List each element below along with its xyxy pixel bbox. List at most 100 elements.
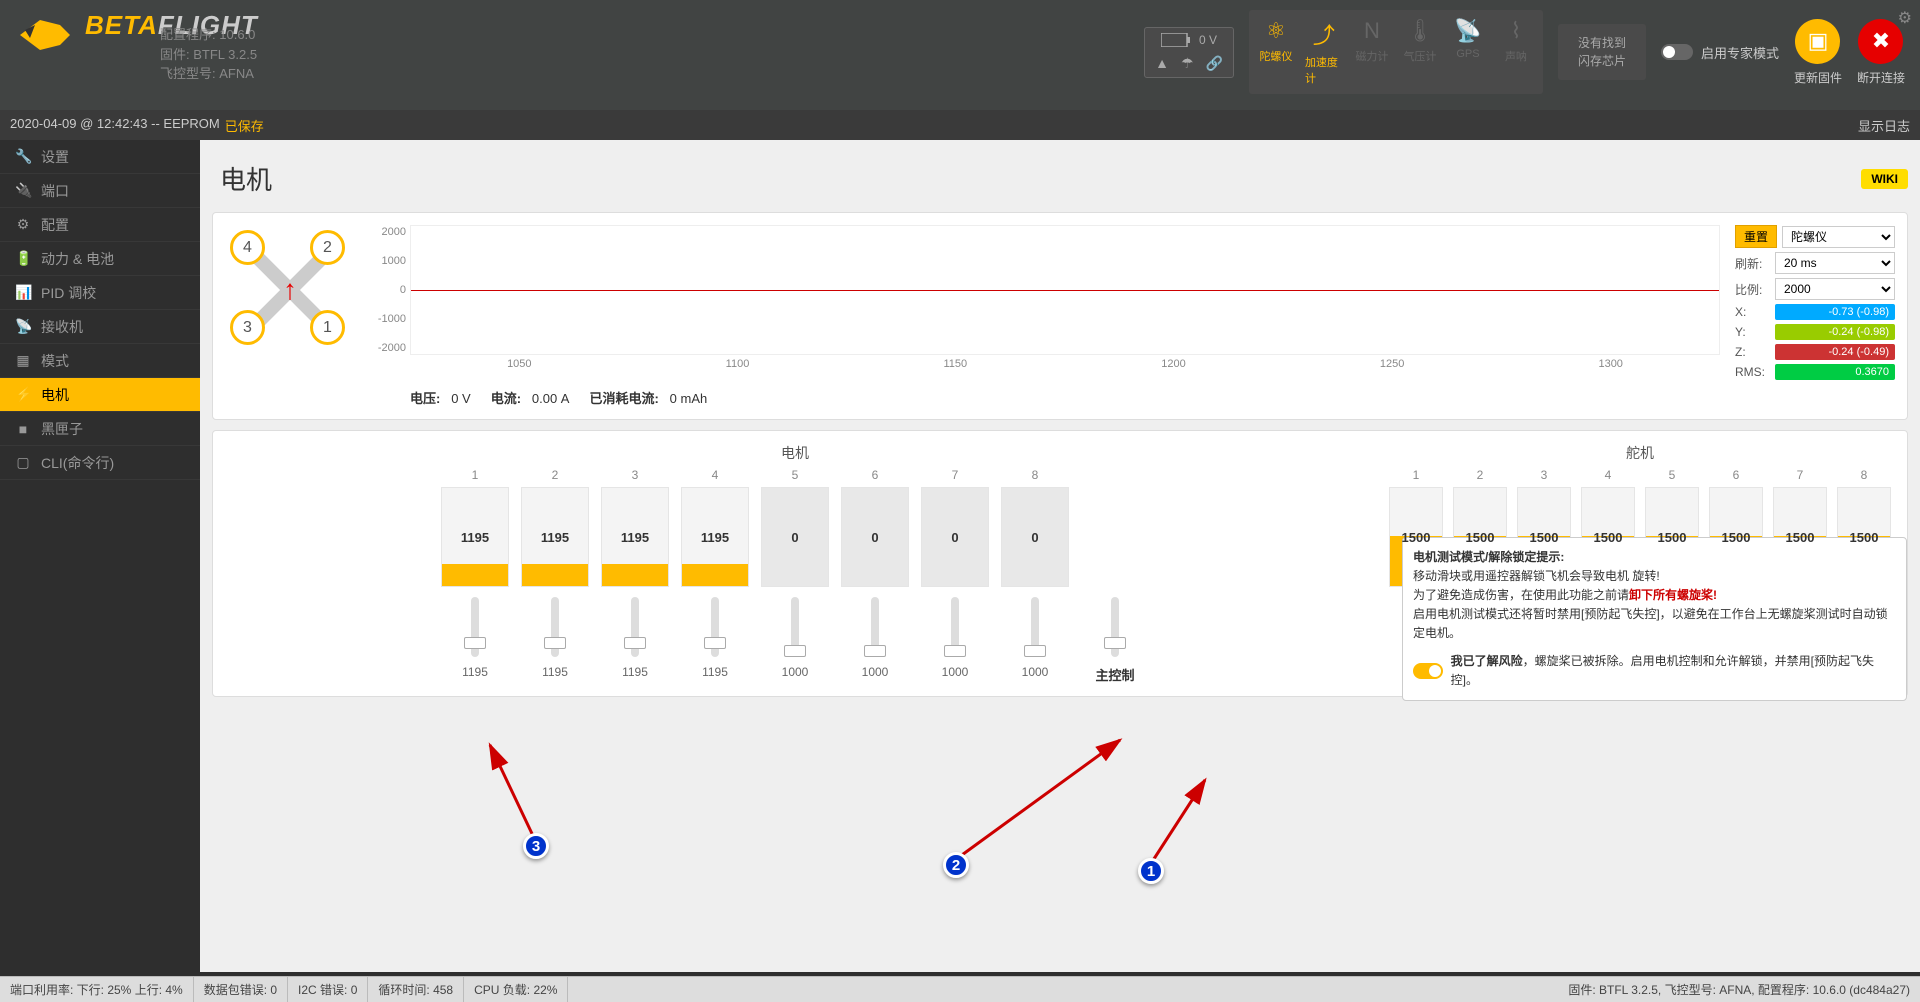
motor-slider-2: 2 1195 1195 <box>519 468 591 684</box>
slider-handle[interactable] <box>704 637 726 649</box>
motor-slider-track-1[interactable] <box>471 597 479 657</box>
motor-slider-track-5[interactable] <box>791 597 799 657</box>
accel-icon: ⤴ <box>1313 18 1335 50</box>
port-utilization: 端口利用率: 下行: 25% 上行: 4% <box>0 977 194 1002</box>
slider-handle[interactable] <box>784 645 806 657</box>
update-firmware-button[interactable]: ▣ 更新固件 <box>1794 19 1842 86</box>
motor-bar-1: 1195 <box>441 487 509 587</box>
battery-icon <box>1161 33 1191 47</box>
motor-sliders-section: 电机 1 1195 1195 2 1195 1195 3 1195 1195 4 <box>225 443 1365 684</box>
risk-acknowledge-toggle[interactable] <box>1413 663 1443 679</box>
app-header: ⚙ BETAFLIGHT 0 V ▲ ☂ 🔗 ⚛陀螺仪 ⤴加速度计 <box>0 0 1920 110</box>
sensor-baro: 🌡气压计 <box>1401 18 1439 86</box>
motor-icon: ⚡ <box>15 386 31 403</box>
motor-bar-8: 0 <box>1001 487 1069 587</box>
version-info: 配置程序: 10.6.0 固件: BTFL 3.2.5 飞控型号: AFNA <box>160 25 257 84</box>
slider-handle[interactable] <box>544 637 566 649</box>
dataflash-box: 没有找到 闪存芯片 <box>1558 24 1646 80</box>
graph-controls: 重置 陀螺仪 刷新:20 ms 比例:2000 X:-0.73 (-0.98) … <box>1735 225 1895 407</box>
footer-version: 固件: BTFL 3.2.5, 飞控型号: AFNA, 配置程序: 10.6.0… <box>1558 981 1920 998</box>
slider-handle[interactable] <box>1024 645 1046 657</box>
master-slider: 主控制 <box>1079 468 1151 684</box>
sidebar-item-modes[interactable]: ▦模式 <box>0 344 200 378</box>
sensor-mag: N磁力计 <box>1353 18 1391 86</box>
motor-slider-5: 5 0 1000 <box>759 468 831 684</box>
baro-icon: 🌡 <box>1406 18 1434 44</box>
slider-handle[interactable] <box>464 637 486 649</box>
sonar-icon: ⌇ <box>1511 18 1522 44</box>
motor-slider-6: 6 0 1000 <box>839 468 911 684</box>
status-timestamp: 2020-04-09 @ 12:42:43 -- EEPROM <box>10 116 220 135</box>
gps-icon: 📡 <box>1454 18 1481 44</box>
tuning-icon: 📊 <box>15 284 31 301</box>
status-saved: 已保存 <box>225 116 264 135</box>
motor-bar-5: 0 <box>761 487 829 587</box>
chip-icon: ▣ <box>1795 19 1840 64</box>
motor-slider-track-4[interactable] <box>711 597 719 657</box>
sidebar-item-cli[interactable]: ▢CLI(命令行) <box>0 446 200 480</box>
sensor-accel: ⤴加速度计 <box>1305 18 1343 86</box>
motor-slider-track-7[interactable] <box>951 597 959 657</box>
slider-handle[interactable] <box>864 645 886 657</box>
callout-2: 2 <box>943 852 969 878</box>
x-value: -0.73 (-0.98) <box>1775 304 1895 320</box>
motor-pos-4: 4 <box>230 230 265 265</box>
motor-slider-track-8[interactable] <box>1031 597 1039 657</box>
motor-slider-3: 3 1195 1195 <box>599 468 671 684</box>
link-icon: 🔗 <box>1206 55 1223 72</box>
motor-slider-8: 8 0 1000 <box>999 468 1071 684</box>
motor-bar-3: 1195 <box>601 487 669 587</box>
sidebar-item-receiver[interactable]: 📡接收机 <box>0 310 200 344</box>
slider-handle[interactable] <box>624 637 646 649</box>
sensor-status-panel: ⚛陀螺仪 ⤴加速度计 N磁力计 🌡气压计 📡GPS ⌇声呐 <box>1249 10 1543 94</box>
refresh-select[interactable]: 20 ms <box>1775 252 1895 274</box>
wiki-button[interactable]: WIKI <box>1861 169 1908 189</box>
gear-icon: ⚙ <box>15 216 31 233</box>
grid-icon: ▦ <box>15 352 31 369</box>
wrench-icon: 🔧 <box>15 148 31 165</box>
motor-pos-2: 2 <box>310 230 345 265</box>
slider-handle[interactable] <box>944 645 966 657</box>
motor-pos-1: 1 <box>310 310 345 345</box>
usb-disconnect-icon: ✖ <box>1858 19 1903 64</box>
cycle-time: 循环时间: 458 <box>368 977 464 1002</box>
sensor-sonar: ⌇声呐 <box>1497 18 1535 86</box>
battery-voltage: 0 V <box>1199 33 1217 47</box>
sidebar-item-ports[interactable]: 🔌端口 <box>0 174 200 208</box>
motor-layout-diagram: ↑ 1 2 3 4 <box>225 225 355 355</box>
plug-icon: 🔌 <box>15 182 31 199</box>
motor-slider-track-6[interactable] <box>871 597 879 657</box>
master-slider-track[interactable] <box>1111 597 1119 657</box>
sliders-panel: 电机 1 1195 1195 2 1195 1195 3 1195 1195 4 <box>212 430 1908 697</box>
motor-slider-track-2[interactable] <box>551 597 559 657</box>
sensor-gyro: ⚛陀螺仪 <box>1257 18 1295 86</box>
disconnect-button[interactable]: ✖ 断开连接 <box>1857 19 1905 86</box>
page-title: 电机 <box>220 160 272 197</box>
show-log-link[interactable]: 显示日志 <box>1858 116 1910 135</box>
reset-button[interactable]: 重置 <box>1735 225 1777 248</box>
rms-value: 0.3670 <box>1775 364 1895 380</box>
warning-icon: ▲ <box>1155 55 1169 72</box>
sidebar-item-config[interactable]: ⚙配置 <box>0 208 200 242</box>
slider-handle[interactable] <box>1104 637 1126 649</box>
motor-slider-track-3[interactable] <box>631 597 639 657</box>
callout-3: 3 <box>523 833 549 859</box>
terminal-icon: ▢ <box>15 454 31 471</box>
motor-slider-4: 4 1195 1195 <box>679 468 751 684</box>
scale-select[interactable]: 2000 <box>1775 278 1895 300</box>
expert-mode-toggle[interactable]: 启用专家模式 <box>1661 43 1779 62</box>
sensor-gps: 📡GPS <box>1449 18 1487 86</box>
sidebar-item-blackbox[interactable]: ■黑匣子 <box>0 412 200 446</box>
betaflight-logo-icon <box>15 10 75 60</box>
i2c-error: I2C 错误: 0 <box>288 977 368 1002</box>
sidebar-item-setup[interactable]: 🔧设置 <box>0 140 200 174</box>
packet-error: 数据包错误: 0 <box>194 977 288 1002</box>
toggle-switch[interactable] <box>1661 44 1693 60</box>
sensor-select[interactable]: 陀螺仪 <box>1782 226 1895 248</box>
sidebar-item-pid[interactable]: 📊PID 调校 <box>0 276 200 310</box>
antenna-icon: 📡 <box>15 318 31 335</box>
sidebar-item-motors[interactable]: ⚡电机 <box>0 378 200 412</box>
blackbox-icon: ■ <box>15 421 31 437</box>
sidebar-item-power[interactable]: 🔋动力 & 电池 <box>0 242 200 276</box>
motor-slider-1: 1 1195 1195 <box>439 468 511 684</box>
